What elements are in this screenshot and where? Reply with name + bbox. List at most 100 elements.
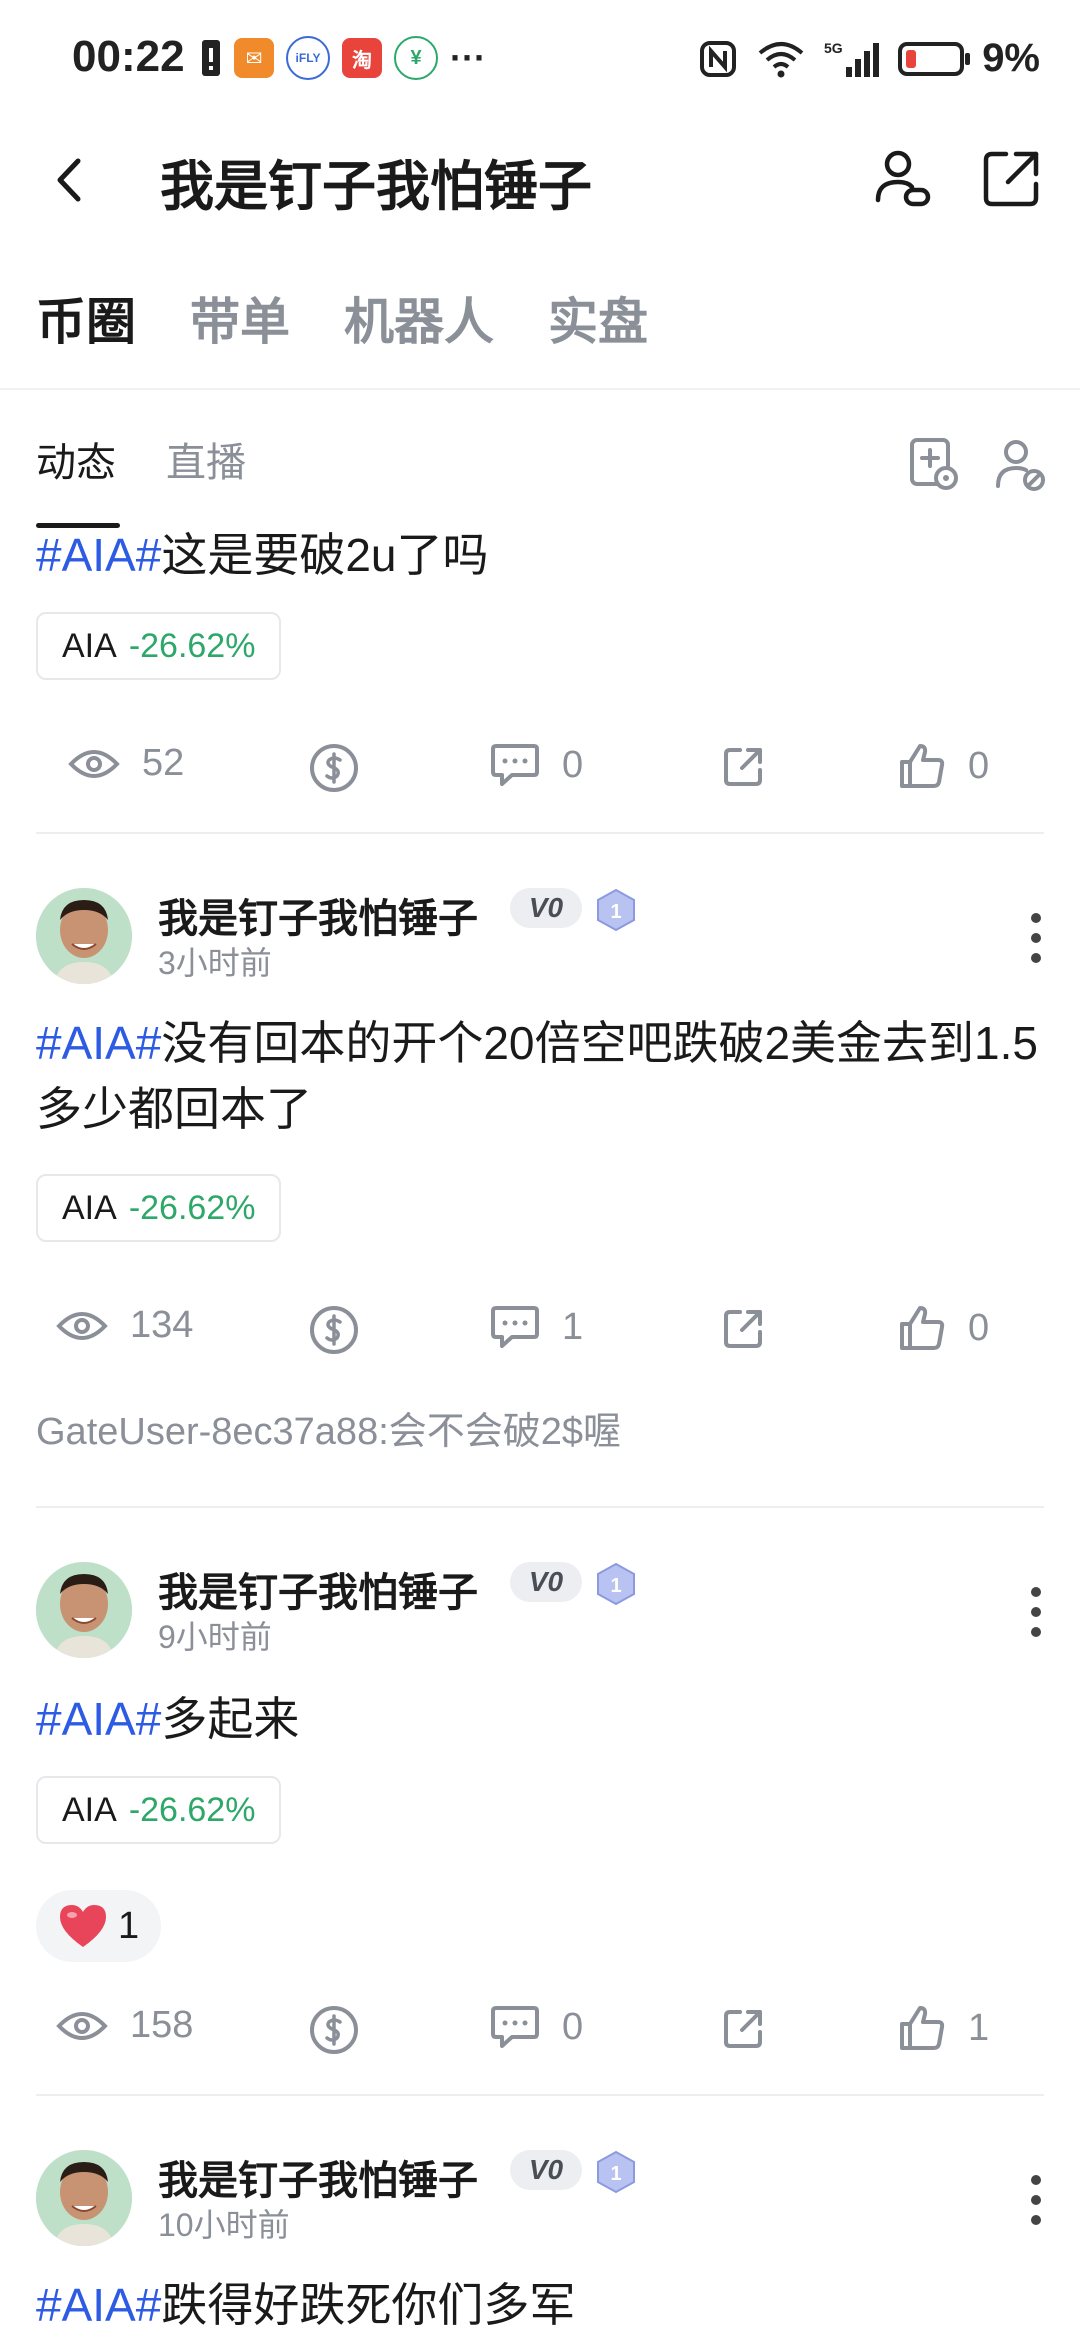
- tip-coin-icon: [310, 1306, 358, 1354]
- comments-count: 0: [562, 743, 584, 786]
- comment-button[interactable]: 0: [490, 742, 583, 788]
- battery-percent: 9%: [982, 36, 1040, 80]
- coin-chip[interactable]: AIA -26.62%: [36, 1776, 282, 1844]
- post-text[interactable]: #AIA#没有回本的开个20倍空吧跌破2美金去到1.5多少都回本了: [36, 1010, 1046, 1142]
- avatar[interactable]: [36, 888, 132, 984]
- views-count: 134: [130, 1304, 194, 1346]
- likes-count: 0: [968, 1306, 990, 1349]
- post-divider: [36, 1506, 1044, 1508]
- user-settings-icon[interactable]: [994, 436, 1046, 492]
- share-icon[interactable]: [976, 142, 1048, 214]
- status-bar: 00:22 ✉ iFLY 淘 ¥ ··· 5G 9%: [0, 0, 1080, 120]
- tip-button[interactable]: [308, 1304, 360, 1356]
- reaction-pill[interactable]: 1: [36, 1890, 162, 1962]
- bank-app-icon: ¥: [394, 36, 438, 80]
- repost-button[interactable]: [720, 742, 768, 790]
- avatar[interactable]: [36, 2150, 132, 2246]
- user-profile-icon[interactable]: [868, 142, 940, 214]
- hashtag[interactable]: #AIA#: [36, 1693, 161, 1745]
- notification-icons: ✉ iFLY 淘 ¥ ···: [200, 36, 486, 80]
- tab-bots[interactable]: 机器人: [344, 282, 494, 354]
- share-out-icon: [724, 2010, 762, 2048]
- system-icons: 5G 9%: [698, 36, 1040, 81]
- top-comment[interactable]: GateUser-8ec37a88:会不会破2$喔: [36, 1400, 621, 1455]
- like-button[interactable]: 0: [898, 1304, 989, 1352]
- post-body: 没有回本的开个20倍空吧跌破2美金去到1.5多少都回本了: [36, 1017, 1039, 1135]
- more-options-icon[interactable]: [1026, 2170, 1046, 2230]
- comment-button[interactable]: 0: [490, 2004, 583, 2050]
- repost-button[interactable]: [720, 1304, 768, 1352]
- author-name[interactable]: 我是钉子我怕锤子: [158, 886, 478, 944]
- eye-icon: [56, 1311, 108, 1340]
- signal-icon: 5G: [824, 40, 880, 77]
- post-settings-icon[interactable]: [908, 436, 960, 492]
- post-divider: [36, 2094, 1044, 2096]
- more-notifications-icon: ···: [450, 37, 486, 78]
- tab-feed[interactable]: 动态: [36, 430, 120, 528]
- tip-coin-icon: [310, 744, 358, 792]
- coin-change: -26.62%: [128, 626, 256, 665]
- post-divider: [36, 832, 1044, 834]
- post-text[interactable]: #AIA#多起来: [36, 1686, 1046, 1752]
- likes-count: 0: [968, 744, 990, 787]
- battery-icon: [898, 41, 971, 76]
- svg-text:1: 1: [610, 1575, 621, 1597]
- more-options-icon[interactable]: [1026, 1582, 1046, 1642]
- thumbs-up-icon: [900, 744, 945, 788]
- tip-coin-icon: [310, 2006, 358, 2054]
- tabs-divider: [0, 388, 1080, 390]
- repost-button[interactable]: [720, 2004, 768, 2052]
- svg-text:1: 1: [610, 901, 621, 923]
- svg-text:5G: 5G: [824, 40, 843, 56]
- post-actions: 158 0 1: [0, 2004, 1080, 2064]
- post-author: 我是钉子我怕锤子 V0 1 10小时前: [36, 2150, 1046, 2250]
- comment-icon: [491, 2006, 539, 2048]
- post-body: 多起来: [161, 1693, 300, 1745]
- coin-change: -26.62%: [128, 1188, 256, 1227]
- comments-count: 0: [562, 2005, 584, 2048]
- views-count: 158: [130, 2004, 194, 2046]
- tab-coin-circle[interactable]: 币圈: [36, 282, 136, 354]
- back-arrow-icon[interactable]: [40, 145, 100, 215]
- hashtag[interactable]: #AIA#: [36, 2279, 161, 2331]
- tip-button[interactable]: [308, 742, 360, 794]
- nfc-icon: [700, 40, 737, 77]
- author-name[interactable]: 我是钉子我怕锤子: [158, 1560, 478, 1618]
- svg-text:1: 1: [610, 2163, 621, 2185]
- comments-count: 1: [562, 1305, 584, 1348]
- post-text[interactable]: #AIA#这是要破2u了吗: [36, 522, 1046, 588]
- tab-live[interactable]: 直播: [166, 430, 246, 488]
- tab-live-trading[interactable]: 实盘: [548, 282, 648, 354]
- post-time: 3小时前: [158, 945, 272, 981]
- eye-icon: [68, 749, 120, 778]
- share-out-icon: [724, 1310, 762, 1348]
- like-button[interactable]: 1: [898, 2004, 989, 2052]
- post-author: 我是钉子我怕锤子 V0 1 9小时前: [36, 1562, 1046, 1662]
- tab-copy-trading[interactable]: 带单: [190, 282, 290, 354]
- comment-button[interactable]: 1: [490, 1304, 583, 1350]
- post-time: 9小时前: [158, 1619, 272, 1655]
- eye-icon: [56, 2011, 108, 2040]
- coin-chip[interactable]: AIA -26.62%: [36, 612, 282, 680]
- avatar[interactable]: [36, 1562, 132, 1658]
- comment-icon: [491, 744, 539, 786]
- post-author: 我是钉子我怕锤子 V0 1 3小时前: [36, 888, 1046, 988]
- vip-badge: V0: [510, 888, 582, 928]
- sub-tabs: 动态 直播: [36, 430, 246, 528]
- red-packet-app-icon: ✉: [234, 38, 274, 78]
- post-body: 跌得好跌死你们多军: [161, 2279, 576, 2331]
- hashtag[interactable]: #AIA#: [36, 1017, 161, 1069]
- tip-button[interactable]: [308, 2004, 360, 2056]
- vip-badge: V0: [510, 1562, 582, 1602]
- hashtag[interactable]: #AIA#: [36, 529, 161, 581]
- reaction-count: 1: [118, 1904, 140, 1947]
- post-text[interactable]: #AIA#跌得好跌死你们多军: [36, 2272, 1046, 2338]
- like-button[interactable]: 0: [898, 742, 989, 790]
- author-name[interactable]: 我是钉子我怕锤子: [158, 2148, 478, 2206]
- more-options-icon[interactable]: [1026, 908, 1046, 968]
- coin-chip[interactable]: AIA -26.62%: [36, 1174, 282, 1242]
- post-actions: 52 0 0: [0, 742, 1080, 802]
- top-app-bar: 我是钉子我怕锤子: [0, 120, 1080, 240]
- status-time: 00:22: [72, 32, 185, 81]
- level-badge-icon: 1: [597, 2150, 635, 2194]
